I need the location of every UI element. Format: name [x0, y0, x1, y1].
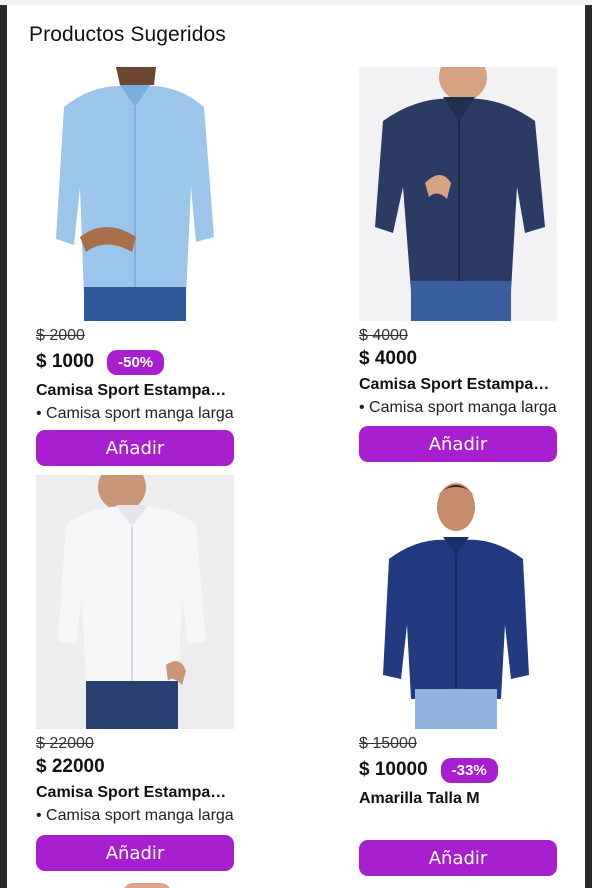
product-card[interactable]: $ 2000 $ 1000 -50% Camisa Sport Estampad…	[36, 67, 234, 467]
price: $ 22000	[36, 756, 105, 777]
product-card[interactable]: $ 22000 $ 22000 Camisa Sport Estampada M…	[36, 475, 234, 875]
product-description: • Camisa sport manga larga	[359, 399, 557, 416]
product-image[interactable]	[359, 475, 557, 729]
discount-badge: -33%	[440, 757, 498, 783]
product-description	[359, 813, 557, 833]
product-name[interactable]: Amarilla Talla M	[359, 790, 557, 810]
old-price: $ 2000	[36, 327, 85, 344]
section-title: Productos Sugeridos	[29, 23, 226, 46]
discount-badge: -50%	[107, 349, 165, 375]
price: $ 1000	[36, 351, 95, 372]
product-name[interactable]: Camisa Sport Estampada Manga Larga	[36, 784, 234, 804]
next-product-image-peek	[123, 883, 171, 888]
old-price: $ 4000	[359, 327, 408, 344]
product-description: • Camisa sport manga larga	[36, 807, 234, 824]
add-button[interactable]: Añadir	[359, 426, 557, 462]
price: $ 4000	[359, 348, 418, 369]
product-image[interactable]	[359, 67, 557, 321]
product-name[interactable]: Camisa Sport Estampada Manga Larga	[359, 376, 557, 396]
suggested-products-panel: Productos Sugeridos $ 2000 $ 1000 -50% C…	[7, 5, 585, 888]
product-image[interactable]	[36, 67, 234, 321]
price: $ 10000	[359, 759, 428, 780]
product-card[interactable]: $ 15000 $ 10000 -33% Amarilla Talla M Añ…	[359, 475, 557, 880]
product-card[interactable]: $ 4000 $ 4000 Camisa Sport Estampada Man…	[359, 67, 557, 467]
add-button[interactable]: Añadir	[36, 835, 234, 871]
add-button[interactable]: Añadir	[36, 430, 234, 466]
old-price: $ 15000	[359, 735, 417, 752]
add-button[interactable]: Añadir	[359, 840, 557, 876]
old-price: $ 22000	[36, 735, 94, 752]
product-description: • Camisa sport manga larga	[36, 405, 234, 422]
product-image[interactable]	[36, 475, 234, 729]
product-name[interactable]: Camisa Sport Estampada Manga Larga	[36, 382, 234, 402]
